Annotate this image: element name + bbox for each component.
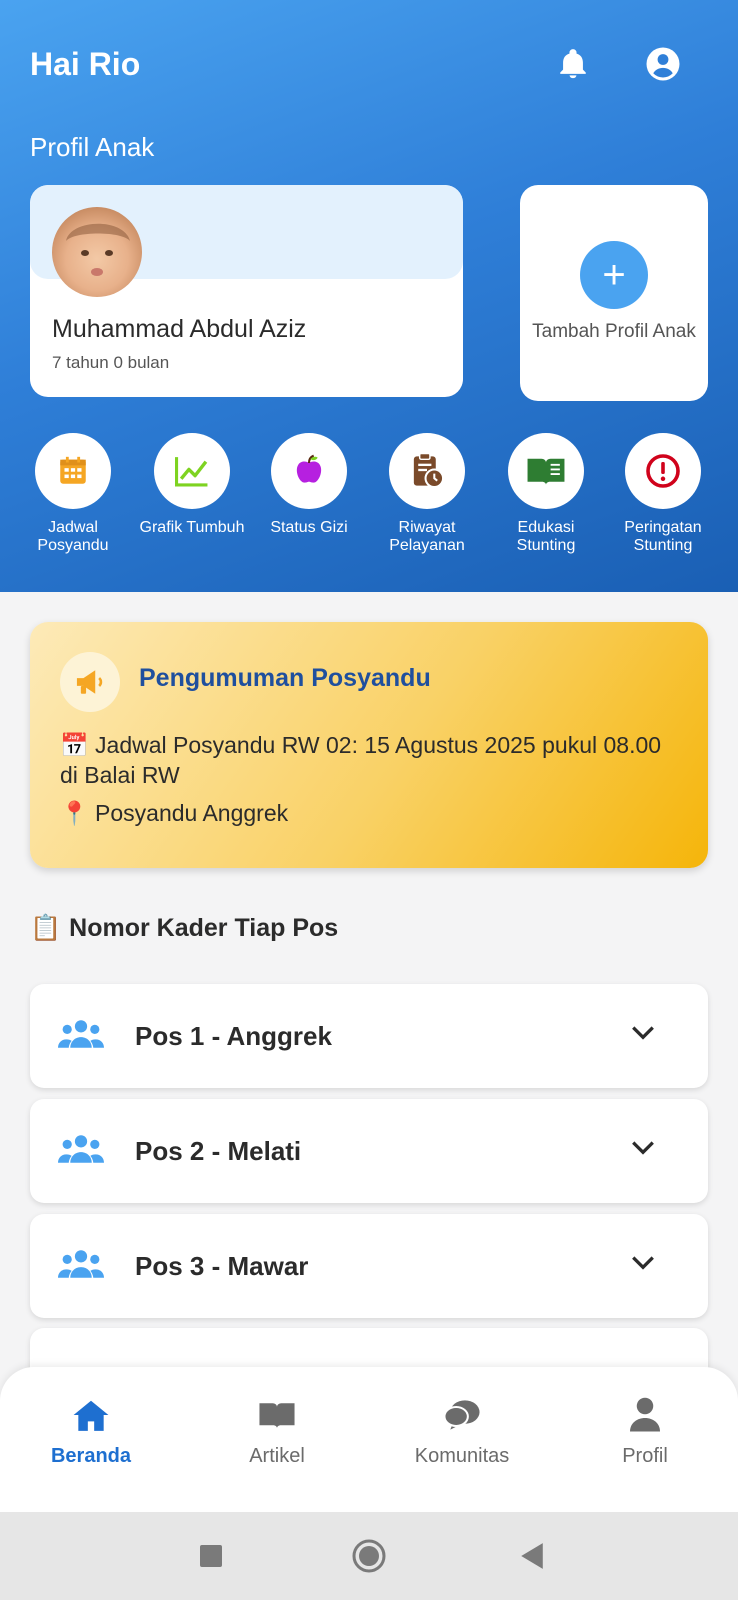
- pos-accordion-2[interactable]: Pos 2 - Melati: [30, 1099, 708, 1203]
- menu-label: Peringatan Stunting: [624, 519, 702, 554]
- home-icon: [16, 1395, 166, 1435]
- nav-label: Beranda: [50, 1445, 132, 1467]
- announcement-location: 📍 Posyandu Anggrek: [60, 800, 289, 826]
- child-age: 7 tahun 0 bulan: [52, 353, 170, 372]
- plus-icon[interactable]: +: [580, 241, 648, 309]
- chevron-down-icon[interactable]: [630, 1024, 656, 1047]
- announcement-title: Pengumuman Posyandu: [139, 664, 431, 692]
- menu-edukasi-stunting[interactable]: Edukasi Stunting: [487, 433, 605, 555]
- nav-artikel[interactable]: Artikel: [202, 1395, 352, 1468]
- chat-bubbles-icon: [387, 1395, 537, 1435]
- nav-label: Profil: [622, 1445, 668, 1467]
- users-icon: [58, 1133, 104, 1170]
- add-profile-label: Tambah Profil Anak: [532, 321, 696, 342]
- child-avatar: [52, 207, 142, 297]
- menu-label: Status Gizi: [270, 519, 348, 536]
- pos-accordion-1[interactable]: Pos 1 - Anggrek: [30, 984, 708, 1088]
- bell-icon[interactable]: [553, 44, 593, 84]
- child-profile-card[interactable]: Muhammad Abdul Aziz 7 tahun 0 bulan: [30, 185, 463, 397]
- nav-label: Artikel: [249, 1445, 305, 1467]
- pos-label: Pos 1 - Anggrek: [135, 1021, 332, 1051]
- menu-label: Grafik Tumbuh: [139, 519, 245, 536]
- apple-icon: [271, 433, 347, 509]
- nav-beranda[interactable]: Beranda: [16, 1395, 166, 1468]
- header: Hai Rio Profil Anak Muhammad Abdul Aziz …: [0, 0, 738, 592]
- book-open-icon: [508, 433, 584, 509]
- account-circle-icon[interactable]: [643, 44, 683, 84]
- home-button-icon[interactable]: [347, 1512, 391, 1600]
- pos-accordion-3[interactable]: Pos 3 - Mawar: [30, 1214, 708, 1318]
- chevron-down-icon[interactable]: [630, 1254, 656, 1277]
- nav-komunitas[interactable]: Komunitas: [387, 1395, 537, 1468]
- kader-section-title: 📋 Nomor Kader Tiap Pos: [30, 914, 338, 943]
- bottom-navigation: Beranda Artikel Komunitas Profil: [0, 1367, 738, 1512]
- menu-label: Riwayat Pelayanan: [389, 519, 465, 554]
- nav-profil[interactable]: Profil: [570, 1395, 720, 1468]
- calendar-icon: [35, 433, 111, 509]
- menu-label: Edukasi Stunting: [516, 519, 576, 554]
- chevron-down-icon[interactable]: [630, 1139, 656, 1162]
- nav-label: Komunitas: [414, 1445, 510, 1467]
- menu-status-gizi[interactable]: Status Gizi: [250, 433, 368, 537]
- menu-riwayat-pelayanan[interactable]: Riwayat Pelayanan: [368, 433, 486, 555]
- announcement-text: 📅 Jadwal Posyandu RW 02: 15 Agustus 2025…: [60, 732, 662, 788]
- profil-anak-label: Profil Anak: [30, 132, 155, 162]
- greeting: Hai Rio: [30, 46, 141, 82]
- pos-label: Pos 2 - Melati: [135, 1136, 302, 1166]
- menu-jadwal-posyandu[interactable]: Jadwal Posyandu: [14, 433, 132, 555]
- clipboard-icon: 📋: [30, 914, 62, 942]
- megaphone-icon: [60, 652, 120, 712]
- users-icon: [58, 1018, 104, 1055]
- clipboard-clock-icon: [389, 433, 465, 509]
- back-icon[interactable]: [510, 1512, 554, 1600]
- recents-icon[interactable]: [186, 1512, 236, 1600]
- menu-label: Jadwal Posyandu: [37, 519, 109, 554]
- system-navigation-bar: [0, 1512, 738, 1600]
- child-name: Muhammad Abdul Aziz: [52, 315, 307, 343]
- add-child-profile-card[interactable]: + Tambah Profil Anak: [520, 185, 708, 401]
- pos-label: Pos 3 - Mawar: [135, 1251, 309, 1281]
- kader-title-text: Nomor Kader Tiap Pos: [69, 914, 339, 942]
- menu-grafik-tumbuh[interactable]: Grafik Tumbuh: [133, 433, 251, 537]
- user-icon: [570, 1395, 720, 1435]
- users-icon: [58, 1248, 104, 1285]
- line-chart-icon: [154, 433, 230, 509]
- announcement-card[interactable]: Pengumuman Posyandu 📅 Jadwal Posyandu RW…: [30, 622, 708, 868]
- book-icon: [202, 1395, 352, 1435]
- alert-circle-icon: [625, 433, 701, 509]
- menu-peringatan-stunting[interactable]: Peringatan Stunting: [604, 433, 722, 555]
